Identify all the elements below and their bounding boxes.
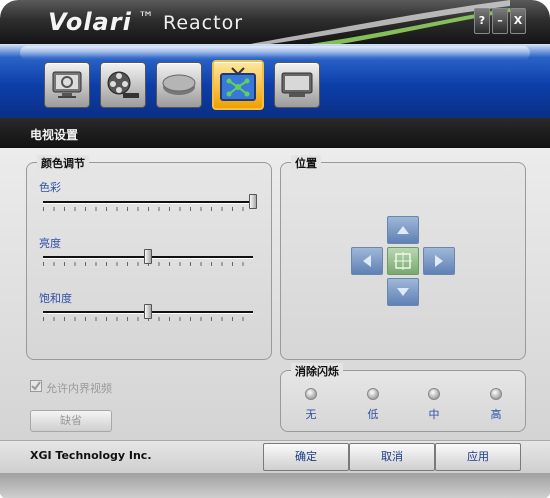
display-settings-icon	[52, 71, 82, 98]
move-up-button[interactable]	[387, 216, 419, 244]
trademark-mark: ™	[138, 8, 154, 27]
close-button[interactable]: X	[510, 8, 526, 34]
toolbar-highlight	[20, 46, 530, 60]
help-button[interactable]: ?	[474, 8, 490, 34]
arrow-up-icon	[397, 226, 409, 234]
app-window: Volari ™ Reactor ? – X 电视设置 颜色调节 色彩 亮度 饱…	[0, 0, 550, 498]
hue-slider-ticks	[43, 207, 253, 211]
monitor-icon	[281, 72, 313, 97]
disc-icon	[162, 74, 196, 95]
apply-button[interactable]: 应用	[435, 443, 521, 471]
checkmark-icon	[31, 381, 41, 391]
overscan-label: 允许内界视频	[46, 382, 112, 395]
saturation-slider-thumb[interactable]	[144, 304, 152, 319]
toolbar-disc[interactable]	[156, 62, 202, 108]
center-position-button[interactable]	[387, 247, 419, 275]
radio-button[interactable]	[428, 388, 440, 400]
product-name: Reactor	[163, 12, 244, 34]
toolbar-tv-settings[interactable]	[212, 60, 264, 110]
flicker-option-high[interactable]: 高	[484, 388, 508, 422]
move-down-button[interactable]	[387, 278, 419, 306]
position-group: 位置	[280, 155, 526, 360]
radio-button[interactable]	[490, 388, 502, 400]
flicker-reduction-group: 消除闪烁 无 低 中 高	[280, 363, 526, 432]
arrow-right-icon	[435, 255, 443, 267]
brightness-label: 亮度	[39, 237, 61, 250]
hue-slider-track[interactable]	[43, 201, 253, 204]
default-button[interactable]: 缺省	[30, 410, 112, 432]
color-adjust-group: 颜色调节 色彩 亮度 饱和度	[26, 155, 272, 360]
color-adjust-title: 颜色调节	[37, 155, 89, 171]
minimize-button[interactable]: –	[492, 8, 508, 34]
flicker-option-label: 高	[490, 408, 502, 421]
brand-logo: Volari	[48, 8, 132, 36]
position-title: 位置	[291, 155, 321, 171]
overscan-checkbox[interactable]	[30, 380, 42, 392]
toolbar-display-settings[interactable]	[44, 62, 90, 108]
flicker-option-none[interactable]: 无	[299, 388, 323, 422]
ok-button[interactable]: 确定	[263, 443, 349, 471]
move-right-button[interactable]	[423, 247, 455, 275]
footer-base	[0, 473, 550, 498]
cancel-button[interactable]: 取消	[349, 443, 435, 471]
flicker-option-medium[interactable]: 中	[422, 388, 446, 422]
flicker-option-label: 低	[367, 408, 379, 421]
hue-slider-thumb[interactable]	[249, 194, 257, 209]
section-title: 电视设置	[30, 128, 79, 142]
arrow-down-icon	[397, 288, 409, 296]
radio-button[interactable]	[367, 388, 379, 400]
footer-bar: XGI Technology Inc. 确定 取消 应用	[0, 440, 550, 498]
title-swoosh	[250, 0, 510, 44]
flicker-option-label: 无	[305, 408, 317, 421]
flicker-title: 消除闪烁	[291, 363, 343, 379]
tv-settings-icon	[220, 67, 256, 101]
section-header: 电视设置	[0, 118, 550, 148]
flicker-option-label: 中	[428, 408, 440, 421]
main-toolbar	[0, 44, 550, 118]
video-reel-icon	[107, 71, 139, 98]
toolbar-monitor[interactable]	[274, 62, 320, 108]
toolbar-video[interactable]	[100, 62, 146, 108]
title-bar[interactable]: Volari ™ Reactor ? – X	[0, 0, 550, 44]
radio-button[interactable]	[305, 388, 317, 400]
content-area: 颜色调节 色彩 亮度 饱和度 位置 消除闪烁 无 低 中 高 允许内界视频 缺省	[0, 148, 550, 440]
hue-label: 色彩	[39, 181, 61, 194]
brightness-slider-thumb[interactable]	[144, 249, 152, 264]
arrow-left-icon	[363, 255, 371, 267]
move-left-button[interactable]	[351, 247, 383, 275]
company-name: XGI Technology Inc.	[30, 449, 152, 462]
saturation-label: 饱和度	[39, 292, 72, 305]
center-target-icon	[394, 252, 412, 270]
flicker-option-low[interactable]: 低	[361, 388, 385, 422]
